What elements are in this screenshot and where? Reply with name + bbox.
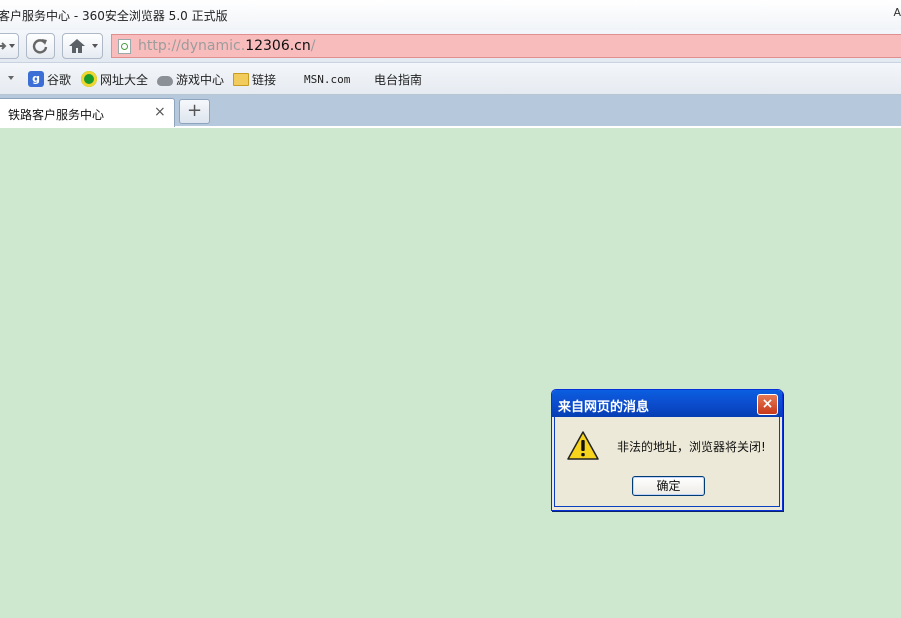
tab-label: 铁路客户服务中心 [8,108,105,122]
tab-bar: 铁路客户服务中心 × + [0,95,901,128]
favorite-label: 游戏中心 [176,72,225,87]
navigation-toolbar: http://dynamic.12306.cn/ [0,30,901,63]
gamepad-icon [157,75,173,86]
message-dialog: 来自网页的消息 × 非法的地址，浏览器将关闭! 确定 [551,389,783,511]
windows-logo-icon [285,71,301,87]
favorite-label: MSN.com [304,72,351,86]
windows-logo-icon [355,71,371,87]
favorite-label: 电台指南 [374,72,423,87]
home-icon [69,39,85,53]
dialog-titlebar: 来自网页的消息 × [552,390,782,417]
titlebar-right-glyph: A [893,6,901,19]
favorite-label: 链接 [252,72,277,87]
refresh-button[interactable] [26,33,55,59]
refresh-icon [32,39,48,54]
page-icon [118,39,131,54]
dialog-body: 非法的地址，浏览器将关闭! 确定 [554,417,780,507]
home-button[interactable] [62,33,103,59]
favorite-site-directory[interactable]: 网址大全 [81,70,148,88]
favorite-label: 谷歌 [47,72,72,87]
favorites-bar: g 谷歌 网址大全 游戏中心 链接 MSN.com 电台指南 [0,63,901,95]
favorite-google[interactable]: g 谷歌 [28,70,71,88]
favorite-radio-guide[interactable]: 电台指南 [355,70,422,88]
dialog-message: 非法的地址，浏览器将关闭! [617,440,766,454]
forward-dropdown-caret [9,44,15,48]
window-titlebar: 客户服务中心 - 360安全浏览器 5.0 正式版 A [0,0,901,30]
favorites-caret[interactable] [8,76,14,80]
url-domain: 12306.cn [245,38,311,54]
google-icon: g [28,71,44,87]
folder-icon [233,72,249,86]
warning-icon [567,431,599,460]
tab-railway-service[interactable]: 铁路客户服务中心 × [0,98,175,127]
page-content [0,128,901,618]
favorite-links[interactable]: 链接 [233,70,276,88]
url-suffix: / [310,38,316,54]
favorite-label: 网址大全 [100,72,149,87]
ok-button[interactable]: 确定 [632,476,705,496]
window-title: 客户服务中心 - 360安全浏览器 5.0 正式版 [0,9,228,23]
address-bar[interactable]: http://dynamic.12306.cn/ [111,34,901,58]
favorite-msn[interactable]: MSN.com [285,70,350,88]
url-prefix: http://dynamic. [138,38,246,54]
close-icon[interactable]: × [154,104,166,120]
address-url[interactable]: http://dynamic.12306.cn/ [138,38,315,54]
home-dropdown-caret [92,44,98,48]
dialog-close-button[interactable]: × [757,394,778,415]
new-tab-button[interactable]: + [179,99,210,124]
dialog-title: 来自网页的消息 [558,400,650,415]
favorite-game-center[interactable]: 游戏中心 [157,70,224,88]
forward-button[interactable] [0,33,19,59]
site-directory-icon [81,71,97,87]
forward-icon [0,42,7,50]
